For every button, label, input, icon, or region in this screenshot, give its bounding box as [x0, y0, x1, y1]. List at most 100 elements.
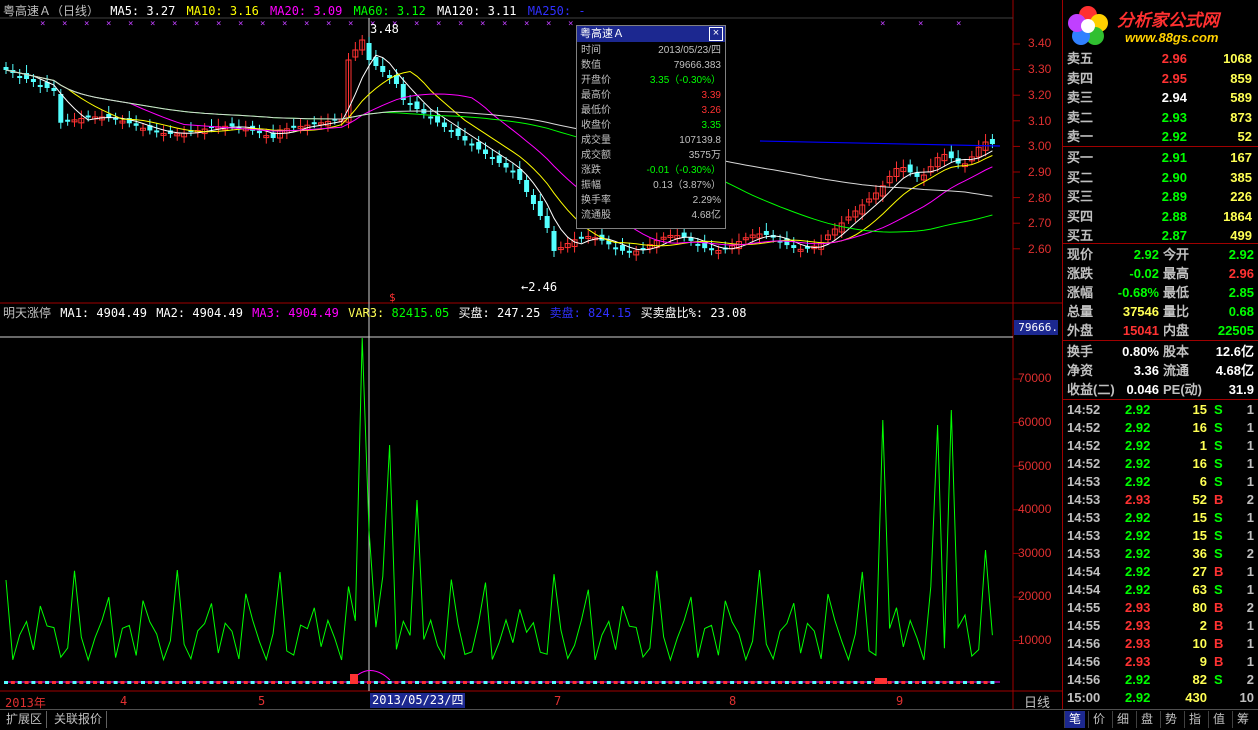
indicator-bar: [647, 681, 652, 684]
chart-header: 粤高速Ａ（日线） MA5: 3.27 MA10: 3.16 MA20: 3.09…: [3, 3, 586, 19]
orderbook-volume: 167: [1230, 150, 1252, 165]
ma10-label: MA10:: [186, 4, 223, 18]
indicator-bar: [360, 681, 365, 684]
indicator-bar: [182, 681, 187, 684]
ma5-label: MA5:: [110, 4, 140, 18]
orderbook-buy-row[interactable]: 买二 2.90 385: [1063, 168, 1258, 187]
indicator-bar: [853, 681, 858, 684]
indicator-bar: [983, 681, 988, 684]
indicator-bar: [175, 681, 180, 684]
candle-body: [65, 119, 71, 122]
orderbook-sell-row[interactable]: 卖二 2.93 873: [1063, 108, 1258, 127]
indicator-bar: [510, 681, 515, 684]
orderbook-price: 2.92: [1161, 129, 1187, 144]
tick-count: 1: [1246, 438, 1254, 453]
orderbook-sell-row[interactable]: 卖四 2.95 859: [1063, 69, 1258, 88]
ma2-label: MA2:: [156, 306, 186, 320]
tab-0[interactable]: 笔: [1064, 711, 1085, 728]
indicator-bar: [236, 681, 241, 684]
tab-5[interactable]: 指: [1184, 711, 1205, 728]
tooltip-row: 成交额 3575万: [577, 149, 725, 162]
tab-2[interactable]: 细: [1112, 711, 1133, 728]
indicator-bar: [887, 681, 892, 684]
tab-4[interactable]: 势: [1160, 711, 1181, 728]
orderbook-buy-row[interactable]: 买一 2.91 167: [1063, 148, 1258, 167]
event-mark-icon: ×: [216, 19, 221, 29]
ma2-value: 4904.49: [192, 306, 243, 320]
stat-value: 2.85: [1228, 285, 1254, 300]
tick-row: 14:55 2.93 80 B 2: [1063, 599, 1258, 617]
orderbook-buy-row[interactable]: 买四 2.88 1864: [1063, 207, 1258, 226]
tooltip-key: 换手率: [581, 195, 611, 206]
indicator-var3-line: [5, 337, 993, 662]
tick-side: B: [1214, 636, 1224, 651]
indicator-bar: [764, 681, 769, 684]
tab-7[interactable]: 筹: [1232, 711, 1253, 728]
indicator-bar: [51, 681, 56, 684]
indicator-bar: [24, 681, 29, 684]
candle-body: [989, 139, 995, 145]
tick-price: 2.92: [1125, 564, 1151, 579]
indicator-bar: [730, 681, 735, 684]
tick-row: 14:52 2.92 16 S 1: [1063, 419, 1258, 437]
tooltip-title: 粤高速Ａ: [580, 28, 624, 40]
tick-side: B: [1214, 654, 1224, 669]
orderbook-price: 2.88: [1161, 208, 1187, 224]
tooltip-row: 收盘价 3.35: [577, 119, 725, 132]
tab-3[interactable]: 盘: [1136, 711, 1157, 728]
tab-extension[interactable]: 扩展区: [2, 711, 48, 728]
stat-value: -0.02: [1129, 266, 1159, 281]
indicator-bar: [963, 681, 967, 684]
tooltip-key: 流通股: [581, 210, 611, 221]
indicator-bar: [709, 681, 714, 684]
tick-row: 14:54 2.92 27 B 1: [1063, 563, 1258, 581]
event-mark-icon: ×: [956, 19, 961, 29]
indicator-bar: [579, 681, 584, 684]
logo-banner: 分析家公式网 www.88gs.com: [1063, 0, 1258, 52]
indicator-bar: [230, 681, 235, 684]
tick-row: 14:54 2.92 63 S 1: [1063, 581, 1258, 599]
tick-count: 10: [1239, 690, 1254, 705]
orderbook-sell-row[interactable]: 卖三 2.94 589: [1063, 88, 1258, 107]
candle-body: [476, 142, 482, 150]
indicator-bar: [147, 681, 152, 684]
indicator-tick: 50000: [1018, 459, 1052, 473]
tick-price: 2.92: [1125, 456, 1151, 471]
date-month: 5: [258, 694, 266, 708]
indicator-bar: [846, 681, 851, 684]
tick-price: 2.93: [1125, 636, 1151, 651]
orderbook-sell-row[interactable]: 卖一 2.92 52: [1063, 127, 1258, 146]
candle-body: [311, 122, 317, 125]
stat-label: 净资: [1067, 363, 1094, 378]
orderbook-sell-row[interactable]: 卖五 2.96 1068: [1063, 49, 1258, 68]
tick-side: S: [1214, 510, 1223, 525]
indicator-bar: [627, 681, 632, 684]
indicator-bar: [456, 681, 461, 684]
logo-url[interactable]: www.88gs.com: [1125, 30, 1218, 45]
quote-stat-row: 净资 3.36 流通 4.68亿: [1063, 361, 1258, 380]
indicator-bar: [449, 681, 454, 684]
stat-value: -0.68%: [1117, 285, 1159, 300]
indicator-bar: [778, 681, 783, 684]
tab-1[interactable]: 价: [1088, 711, 1109, 728]
quote-stat-row: 总量 37546 量比 0.68: [1063, 302, 1258, 321]
stat-label: 换手: [1067, 344, 1094, 359]
orderbook-buy-row[interactable]: 买三 2.89 226: [1063, 187, 1258, 206]
indicator-bar: [4, 681, 8, 684]
data-tooltip-window[interactable]: 粤高速Ａ × 时间 2013/05/23/四 数值 79666.383 开盘价 3.35（…: [576, 25, 726, 229]
tick-price: 2.92: [1125, 546, 1151, 561]
tab-6[interactable]: 值: [1208, 711, 1229, 728]
tick-time: 14:55: [1067, 618, 1101, 633]
tooltip-titlebar[interactable]: 粤高速Ａ ×: [577, 26, 725, 42]
ratio-value: 23.08: [710, 306, 747, 320]
ma3-label: MA3:: [252, 306, 282, 320]
indicator-bar: [784, 681, 789, 684]
indicator-bar: [875, 678, 887, 684]
tooltip-key: 成交额: [581, 150, 611, 161]
close-icon[interactable]: ×: [709, 27, 723, 41]
indicator-bar: [675, 681, 680, 684]
indicator-bar: [928, 681, 933, 684]
tab-related-quotes[interactable]: 关联报价: [50, 711, 108, 728]
sell-label: 卖盘:: [549, 306, 581, 320]
indicator-tick: 40000: [1018, 502, 1052, 516]
